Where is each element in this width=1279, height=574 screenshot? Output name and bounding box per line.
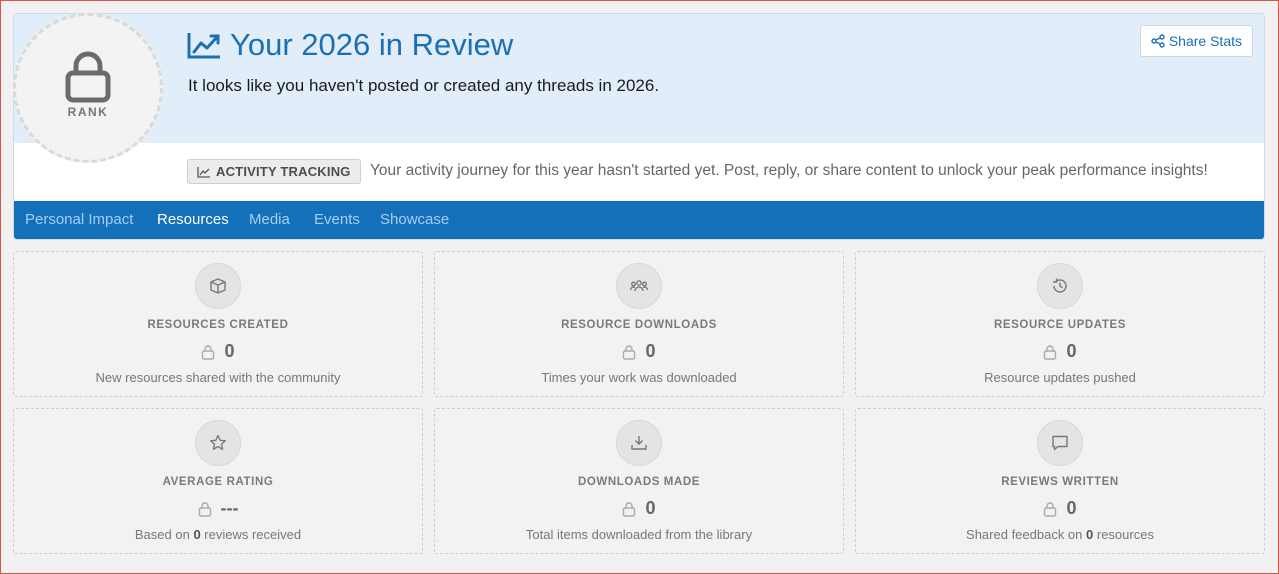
- lock-icon: [65, 51, 111, 103]
- tab-media[interactable]: Media: [249, 201, 290, 239]
- stat-value-row: 0: [435, 498, 843, 519]
- page-subtitle: It looks like you haven't posted or crea…: [188, 76, 660, 95]
- lock-icon: [1044, 501, 1057, 517]
- stat-value: 0: [645, 498, 656, 518]
- tab-events[interactable]: Events: [314, 201, 360, 239]
- stat-desc-pre: Based on: [134, 527, 194, 542]
- stat-card-reviews-written: REVIEWS WRITTEN 0 Shared feedback on 0 r…: [855, 408, 1265, 554]
- tab-showcase[interactable]: Showcase: [380, 201, 449, 239]
- chart-area-icon: [197, 166, 210, 178]
- stat-icon-circle: [1037, 420, 1083, 466]
- tab-resources[interactable]: Resources: [157, 201, 229, 239]
- stat-label: AVERAGE RATING: [162, 476, 274, 488]
- stat-label: RESOURCE DOWNLOADS: [561, 319, 717, 331]
- page-frame: Your 2026 in Review It looks like you ha…: [0, 0, 1279, 574]
- stat-desc-count: 0: [193, 527, 201, 542]
- stat-card-resources-created: RESOURCES CREATED 0 New resources shared…: [13, 251, 423, 397]
- share-stats-button[interactable]: Share Stats: [1139, 25, 1253, 57]
- stat-label: REVIEWS WRITTEN: [1001, 476, 1119, 488]
- activity-tracking-badge: ACTIVITY TRACKING: [187, 159, 361, 184]
- stat-label: RESOURCES CREATED: [147, 319, 289, 331]
- chart-line-icon: [187, 33, 220, 59]
- lock-icon: [623, 344, 636, 360]
- star-icon: [210, 434, 226, 450]
- stat-description: Times your work was downloaded: [541, 370, 737, 385]
- page-title: Your 2026 in Review: [186, 27, 513, 63]
- stat-card-downloads-made: DOWNLOADS MADE 0 Total items downloaded …: [434, 408, 844, 554]
- stat-card-resource-downloads: RESOURCE DOWNLOADS 0 Times your work was…: [434, 251, 844, 397]
- lock-icon: [198, 501, 211, 517]
- stat-value: ---: [220, 498, 239, 518]
- download-icon: [631, 436, 647, 450]
- activity-tracking-label: ACTIVITY TRACKING: [216, 164, 351, 179]
- stat-icon-circle: [616, 420, 662, 466]
- stat-value: 0: [645, 341, 656, 361]
- share-icon: [1151, 34, 1165, 48]
- comment-icon: [1052, 435, 1068, 451]
- stat-description: Resource updates pushed: [984, 370, 1136, 385]
- stat-value: 0: [1066, 498, 1077, 518]
- stat-value-row: 0: [856, 498, 1264, 519]
- stat-label: RESOURCE UPDATES: [993, 319, 1127, 331]
- lock-icon: [202, 344, 215, 360]
- stat-label: DOWNLOADS MADE: [577, 476, 701, 488]
- page-title-text: Your 2026 in Review: [230, 27, 514, 62]
- review-card: Your 2026 in Review It looks like you ha…: [13, 13, 1265, 240]
- stat-desc-post: resources: [1093, 527, 1154, 542]
- stat-value-row: 0: [856, 341, 1264, 362]
- share-stats-label: Share Stats: [1168, 33, 1242, 49]
- stat-icon-circle: [616, 263, 662, 309]
- activity-banner-text: Your activity journey for this year hasn…: [370, 162, 1208, 179]
- activity-banner: ACTIVITY TRACKING Your activity journey …: [14, 143, 1264, 201]
- stat-description: New resources shared with the community: [95, 370, 341, 385]
- stat-description: Total items downloaded from the library: [525, 527, 753, 542]
- stat-desc-pre: Shared feedback on: [966, 527, 1087, 542]
- tab-bar: Personal Impact Resources Media Events S…: [14, 201, 1264, 239]
- lock-icon: [623, 501, 636, 517]
- rank-badge: RANK: [13, 13, 163, 163]
- lock-icon: [1044, 344, 1057, 360]
- stat-card-average-rating: AVERAGE RATING --- Based on 0 reviews re…: [13, 408, 423, 554]
- stat-icon-circle: [195, 263, 241, 309]
- stat-icon-circle: [1037, 263, 1083, 309]
- history-icon: [1053, 278, 1067, 293]
- stat-value: 0: [224, 341, 235, 361]
- stat-description: Shared feedback on 0 resources: [856, 527, 1264, 542]
- stat-card-resource-updates: RESOURCE UPDATES 0 Resource updates push…: [855, 251, 1265, 397]
- stat-desc-post: reviews received: [200, 527, 302, 542]
- stat-value: 0: [1066, 341, 1077, 361]
- stat-value-row: 0: [14, 341, 422, 362]
- hero-section: Your 2026 in Review It looks like you ha…: [14, 14, 1264, 143]
- stat-description: Based on 0 reviews received: [14, 527, 422, 542]
- stat-icon-circle: [195, 420, 241, 466]
- tab-personal-impact[interactable]: Personal Impact: [25, 201, 133, 239]
- rank-label: RANK: [67, 105, 109, 119]
- stat-value-row: 0: [435, 341, 843, 362]
- stat-value-row: ---: [14, 498, 422, 519]
- box-icon: [210, 278, 226, 294]
- users-icon: [629, 280, 649, 292]
